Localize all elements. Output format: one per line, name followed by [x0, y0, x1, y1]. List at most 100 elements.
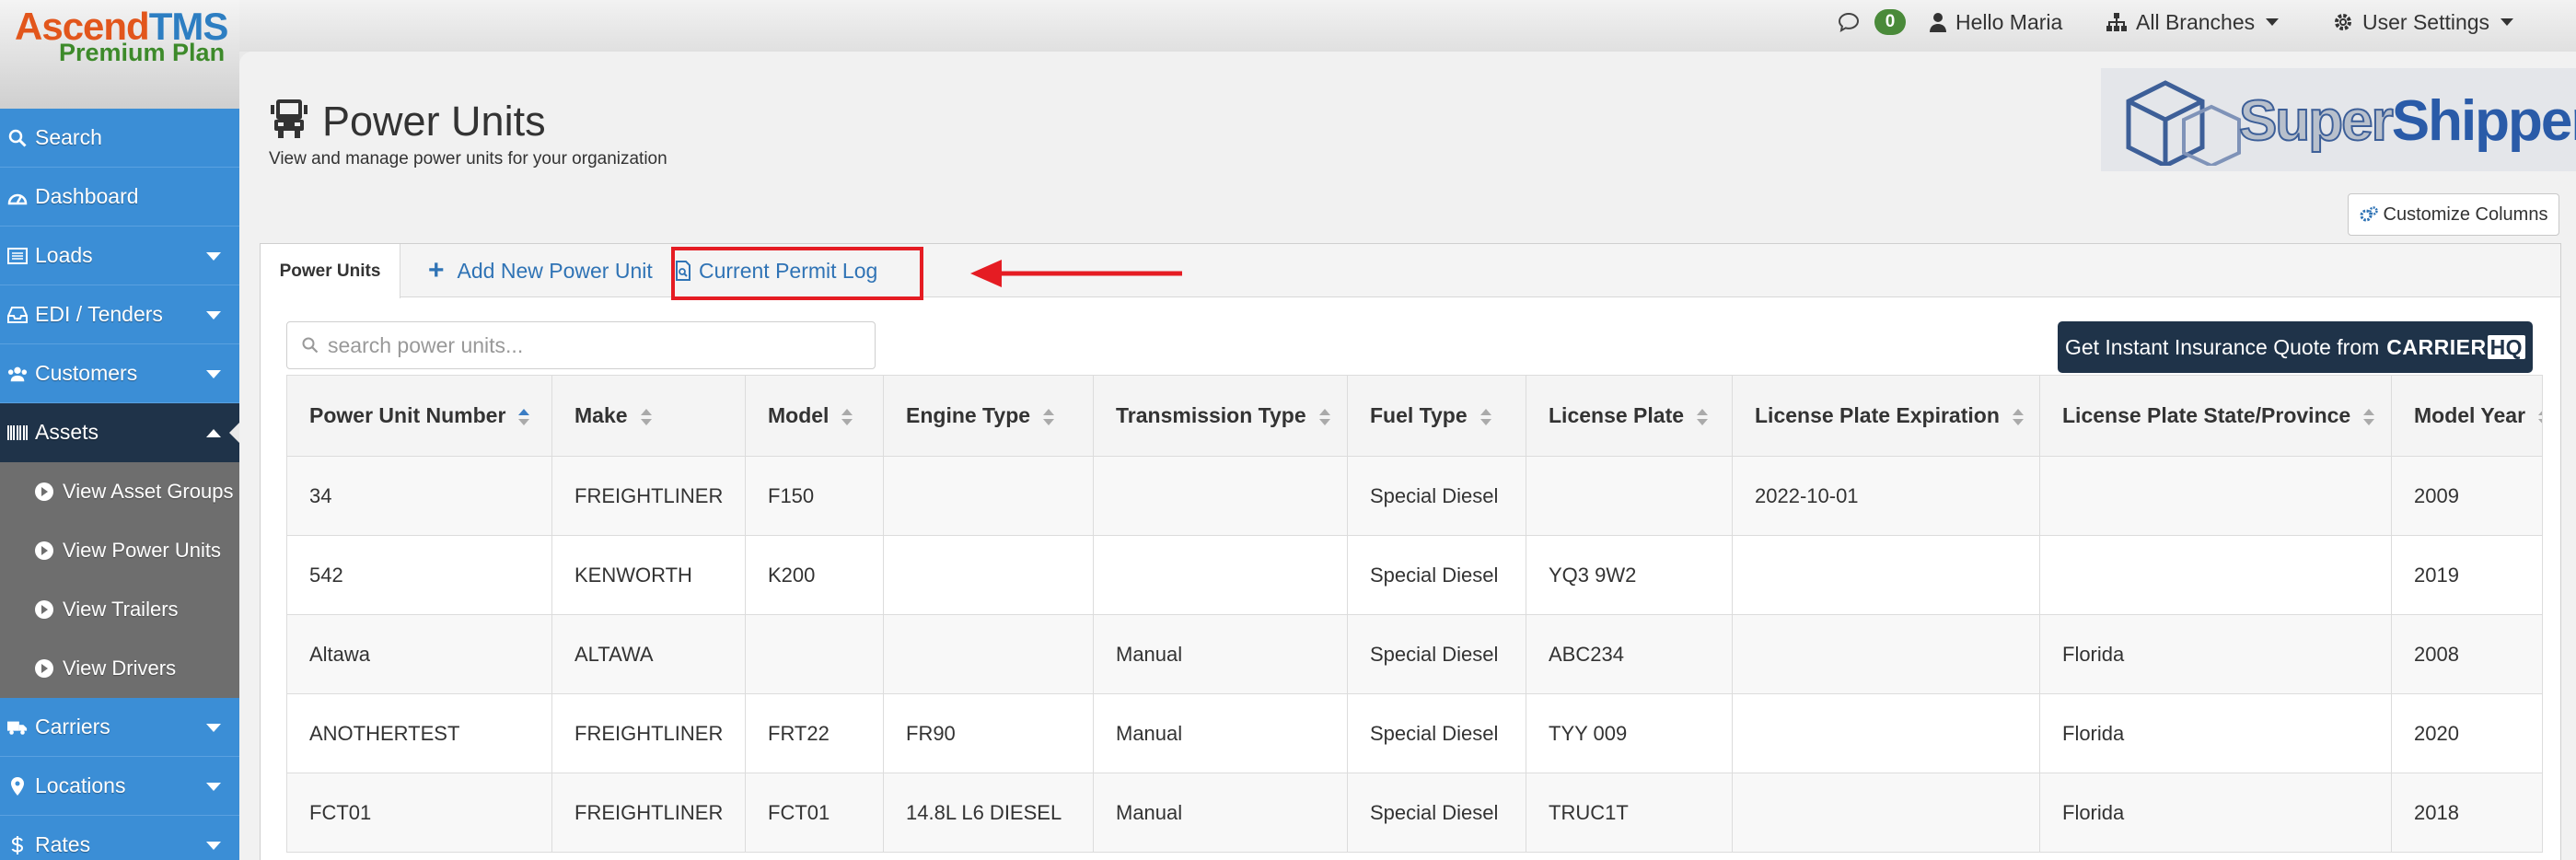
sidebar-subitem-label: View Power Units: [63, 539, 221, 562]
table-row[interactable]: Altawa ALTAWA Manual Special Diesel ABC2…: [286, 614, 2543, 694]
search-icon: [7, 129, 28, 147]
sidebar-subitem-power-units[interactable]: View Power Units: [0, 521, 239, 580]
column-header-label: Transmission Type: [1116, 403, 1306, 427]
branches-label: All Branches: [2136, 9, 2256, 34]
sidebar-item-loads[interactable]: Loads: [0, 227, 239, 285]
table-cell: [1732, 773, 2040, 853]
column-header-power-unit-number[interactable]: Power Unit Number: [286, 375, 552, 457]
column-header-license-plate-state[interactable]: License Plate State/Province: [2039, 375, 2392, 457]
truck-icon: [7, 719, 28, 736]
table-cell: FREIGHTLINER: [551, 773, 746, 853]
table-cell: [883, 614, 1094, 694]
table-cell: [1732, 614, 2040, 694]
table-cell: 2022-10-01: [1732, 456, 2040, 536]
sidebar-item-label: Loads: [35, 243, 93, 267]
column-header-model[interactable]: Model: [745, 375, 884, 457]
sidebar-subitem-drivers[interactable]: View Drivers: [0, 639, 239, 698]
table-cell: 2009: [2391, 456, 2543, 536]
arrow-circle-icon: [35, 541, 53, 560]
table-cell: [1732, 693, 2040, 773]
table-row[interactable]: FCT01 FREIGHTLINER FCT01 14.8L L6 DIESEL…: [286, 773, 2543, 853]
sort-icon: [1043, 408, 1055, 425]
users-icon: [7, 366, 28, 382]
chevron-up-icon: [206, 429, 221, 437]
table-row[interactable]: 542 KENWORTH K200 Special Diesel YQ3 9W2…: [286, 535, 2543, 615]
banner-text-super: Super: [2238, 88, 2395, 154]
table-cell: [2039, 456, 2392, 536]
sidebar-item-label: Carriers: [35, 715, 110, 738]
barcode-icon: [7, 424, 28, 441]
sidebar-subitem-asset-groups[interactable]: View Asset Groups: [0, 462, 239, 521]
table-cell: [1526, 456, 1733, 536]
page-subtitle: View and manage power units for your org…: [269, 149, 667, 169]
comment-icon: [1838, 12, 1860, 32]
plus-icon: +: [428, 255, 445, 285]
column-header-transmission-type[interactable]: Transmission Type: [1093, 375, 1348, 457]
sidebar-subitem-trailers[interactable]: View Trailers: [0, 580, 239, 639]
branches-dropdown[interactable]: All Branches: [2106, 7, 2280, 37]
sidebar-item-label: Assets: [35, 420, 99, 444]
message-count-badge: 0: [1874, 9, 1906, 35]
red-arrow-icon: [970, 260, 1182, 287]
sidebar-item-search[interactable]: Search: [0, 109, 239, 168]
search-field[interactable]: [286, 321, 876, 369]
table-cell: ANOTHERTEST: [286, 693, 552, 773]
sidebar-item-edi-tenders[interactable]: EDI / Tenders: [0, 285, 239, 344]
column-header-label: License Plate Expiration: [1755, 403, 2000, 427]
table-cell: 34: [286, 456, 552, 536]
column-header-label: License Plate: [1549, 403, 1685, 427]
carrierhq-logo: CARRIER HQ: [2386, 334, 2526, 360]
top-bar: 0 Hello Maria All Branches User Settings: [0, 0, 2576, 52]
sidebar: Search Dashboard Loads EDI / Tenders Cus…: [0, 109, 240, 860]
sidebar-item-carriers[interactable]: Carriers: [0, 698, 239, 757]
customize-columns-button[interactable]: Customize Columns: [2348, 193, 2559, 236]
sort-icon: [640, 408, 652, 425]
sidebar-item-locations[interactable]: Locations: [0, 757, 239, 816]
sidebar-item-rates[interactable]: Rates: [0, 816, 239, 860]
sidebar-item-assets[interactable]: Assets: [0, 403, 240, 462]
table-cell: FR90: [883, 693, 1094, 773]
column-header-label: Power Unit Number: [309, 403, 506, 427]
plan-label: Premium Plan: [59, 39, 226, 66]
table-row[interactable]: 34 FREIGHTLINER F150 Special Diesel 2022…: [286, 456, 2543, 536]
gear-icon: [2335, 14, 2351, 30]
list-icon: [7, 247, 28, 264]
sidebar-subitem-label: View Asset Groups: [63, 480, 234, 503]
add-new-power-unit-label: Add New Power Unit: [457, 258, 653, 283]
column-header-fuel-type[interactable]: Fuel Type: [1347, 375, 1526, 457]
table-cell: TRUC1T: [1526, 773, 1733, 853]
table-cell: Special Diesel: [1347, 773, 1526, 853]
tab-power-units[interactable]: Power Units: [261, 244, 400, 298]
sidebar-item-label: Dashboard: [35, 184, 139, 208]
sidebar-item-dashboard[interactable]: Dashboard: [0, 168, 239, 227]
table-row[interactable]: ANOTHERTEST FREIGHTLINER FRT22 FR90 Manu…: [286, 693, 2543, 773]
highlight-box: [671, 247, 923, 300]
user-settings-dropdown[interactable]: User Settings: [2333, 7, 2514, 37]
insurance-quote-button[interactable]: Get Instant Insurance Quote from CARRIER…: [2058, 321, 2533, 373]
column-header-license-plate-expiration[interactable]: License Plate Expiration: [1732, 375, 2040, 457]
company-logo-banner: SuperShippers: [2101, 68, 2576, 171]
add-new-power-unit-link[interactable]: + Add New Power Unit: [428, 244, 653, 297]
column-header-label: Make: [574, 403, 628, 427]
arrow-circle-icon: [35, 600, 53, 619]
chevron-down-icon: [2501, 18, 2514, 26]
sidebar-item-label: Locations: [35, 773, 126, 797]
column-header-make[interactable]: Make: [551, 375, 746, 457]
column-header-model-year[interactable]: Model Year: [2391, 375, 2543, 457]
sort-icon: [841, 408, 853, 425]
messages-button[interactable]: 0: [1838, 7, 1906, 37]
dashboard-icon: [7, 189, 28, 205]
power-units-table: Power Unit Number Make Model Engine Type…: [286, 375, 2543, 853]
sidebar-item-customers[interactable]: Customers: [0, 344, 239, 403]
column-header-license-plate[interactable]: License Plate: [1526, 375, 1733, 457]
brand-logo[interactable]: AscendTMS Premium Plan: [0, 0, 239, 109]
chevron-down-icon: [206, 252, 221, 261]
sort-icon: [1697, 408, 1709, 425]
chevron-down-icon: [206, 370, 221, 378]
search-input[interactable]: [328, 332, 862, 358]
table-cell: FCT01: [745, 773, 884, 853]
sort-icon: [2538, 408, 2542, 425]
boxes-logo-icon: [2126, 80, 2241, 166]
user-menu[interactable]: Hello Maria: [1930, 7, 2062, 37]
column-header-engine-type[interactable]: Engine Type: [883, 375, 1094, 457]
